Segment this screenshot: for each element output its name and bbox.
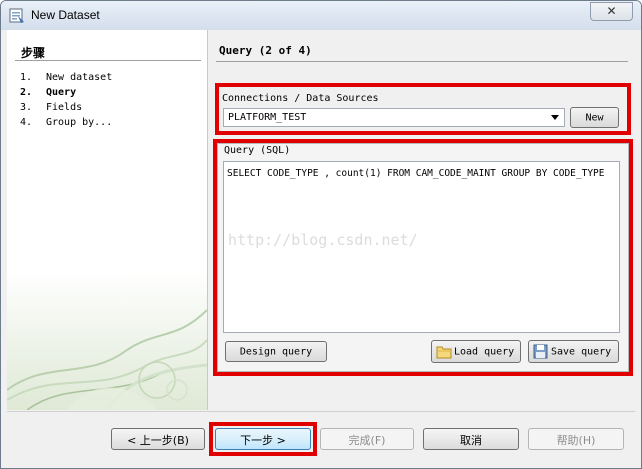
folder-icon: [436, 346, 452, 359]
design-query-button[interactable]: Design query: [225, 341, 327, 362]
step-list: 1. New dataset 2. Query 3. Fields 4. Group b…: [20, 70, 112, 130]
close-icon: ✕: [606, 4, 617, 18]
step-number: 3.: [20, 102, 33, 113]
connection-selected-value: PLATFORM_TEST: [228, 112, 307, 123]
step-label: Group by...: [46, 117, 113, 128]
footer-divider: [7, 411, 635, 412]
back-button-label: < 上一步(B): [127, 434, 189, 447]
chevron-down-icon: [551, 115, 559, 120]
step-item: 3. Fields: [20, 100, 112, 115]
dialog-client: 步骤 1. New dataset 2. Query 3. Fields 4. Grou…: [7, 30, 635, 462]
help-button[interactable]: 帮助(H): [528, 428, 624, 450]
back-button[interactable]: < 上一步(B): [111, 428, 205, 450]
close-button[interactable]: ✕: [590, 2, 633, 21]
step-label: Fields: [46, 102, 83, 113]
window-title: New Dataset: [31, 8, 100, 22]
step-label: New dataset: [46, 72, 113, 83]
cancel-button[interactable]: 取消: [423, 428, 519, 450]
sidebar-title: 步骤: [21, 46, 46, 60]
new-connection-button[interactable]: New: [570, 107, 619, 128]
next-button-label: 下一步 >: [240, 434, 286, 447]
finish-button-label: 完成(F): [348, 434, 386, 447]
step-label: Query: [46, 87, 77, 98]
step-item-active: 2. Query: [20, 85, 112, 100]
design-query-label: Design query: [239, 346, 313, 357]
cancel-button-label: 取消: [460, 434, 482, 447]
step-item: 4. Group by...: [20, 115, 112, 130]
app-icon: [9, 8, 24, 23]
next-button[interactable]: 下一步 >: [215, 428, 311, 450]
save-query-button[interactable]: Save query: [528, 340, 619, 363]
decorative-swirl-art: [7, 270, 207, 410]
page-title: Query (2 of 4): [219, 44, 312, 57]
new-dataset-window: New Dataset ✕ 步骤 1. New dataset 2. Query 3…: [0, 0, 642, 469]
watermark-text: http://blog.csdn.net/: [228, 231, 418, 249]
load-query-label: Load query: [454, 346, 515, 357]
page-divider: [216, 61, 628, 62]
query-label: Query (SQL): [224, 145, 291, 156]
finish-button[interactable]: 完成(F): [320, 428, 414, 450]
main-panel: Query (2 of 4) Connections / Data Source…: [208, 30, 635, 410]
load-query-button[interactable]: Load query: [431, 340, 521, 363]
sql-text: SELECT CODE_TYPE , count(1) FROM CAM_COD…: [227, 168, 605, 179]
save-icon: [533, 344, 548, 359]
step-number: 1.: [20, 72, 33, 83]
connections-label: Connections / Data Sources: [222, 93, 379, 104]
step-item: 1. New dataset: [20, 70, 112, 85]
sidebar-divider: [15, 60, 201, 61]
title-bar: New Dataset ✕: [1, 1, 641, 30]
save-query-label: Save query: [551, 346, 612, 357]
help-button-label: 帮助(H): [556, 434, 596, 447]
connection-dropdown[interactable]: PLATFORM_TEST: [223, 108, 565, 127]
step-number: 4.: [20, 117, 33, 128]
steps-sidebar: 步骤 1. New dataset 2. Query 3. Fields 4. Grou…: [7, 30, 208, 410]
new-button-label: New: [585, 112, 604, 123]
sql-query-input[interactable]: SELECT CODE_TYPE , count(1) FROM CAM_COD…: [223, 161, 620, 333]
step-number: 2.: [20, 87, 33, 98]
